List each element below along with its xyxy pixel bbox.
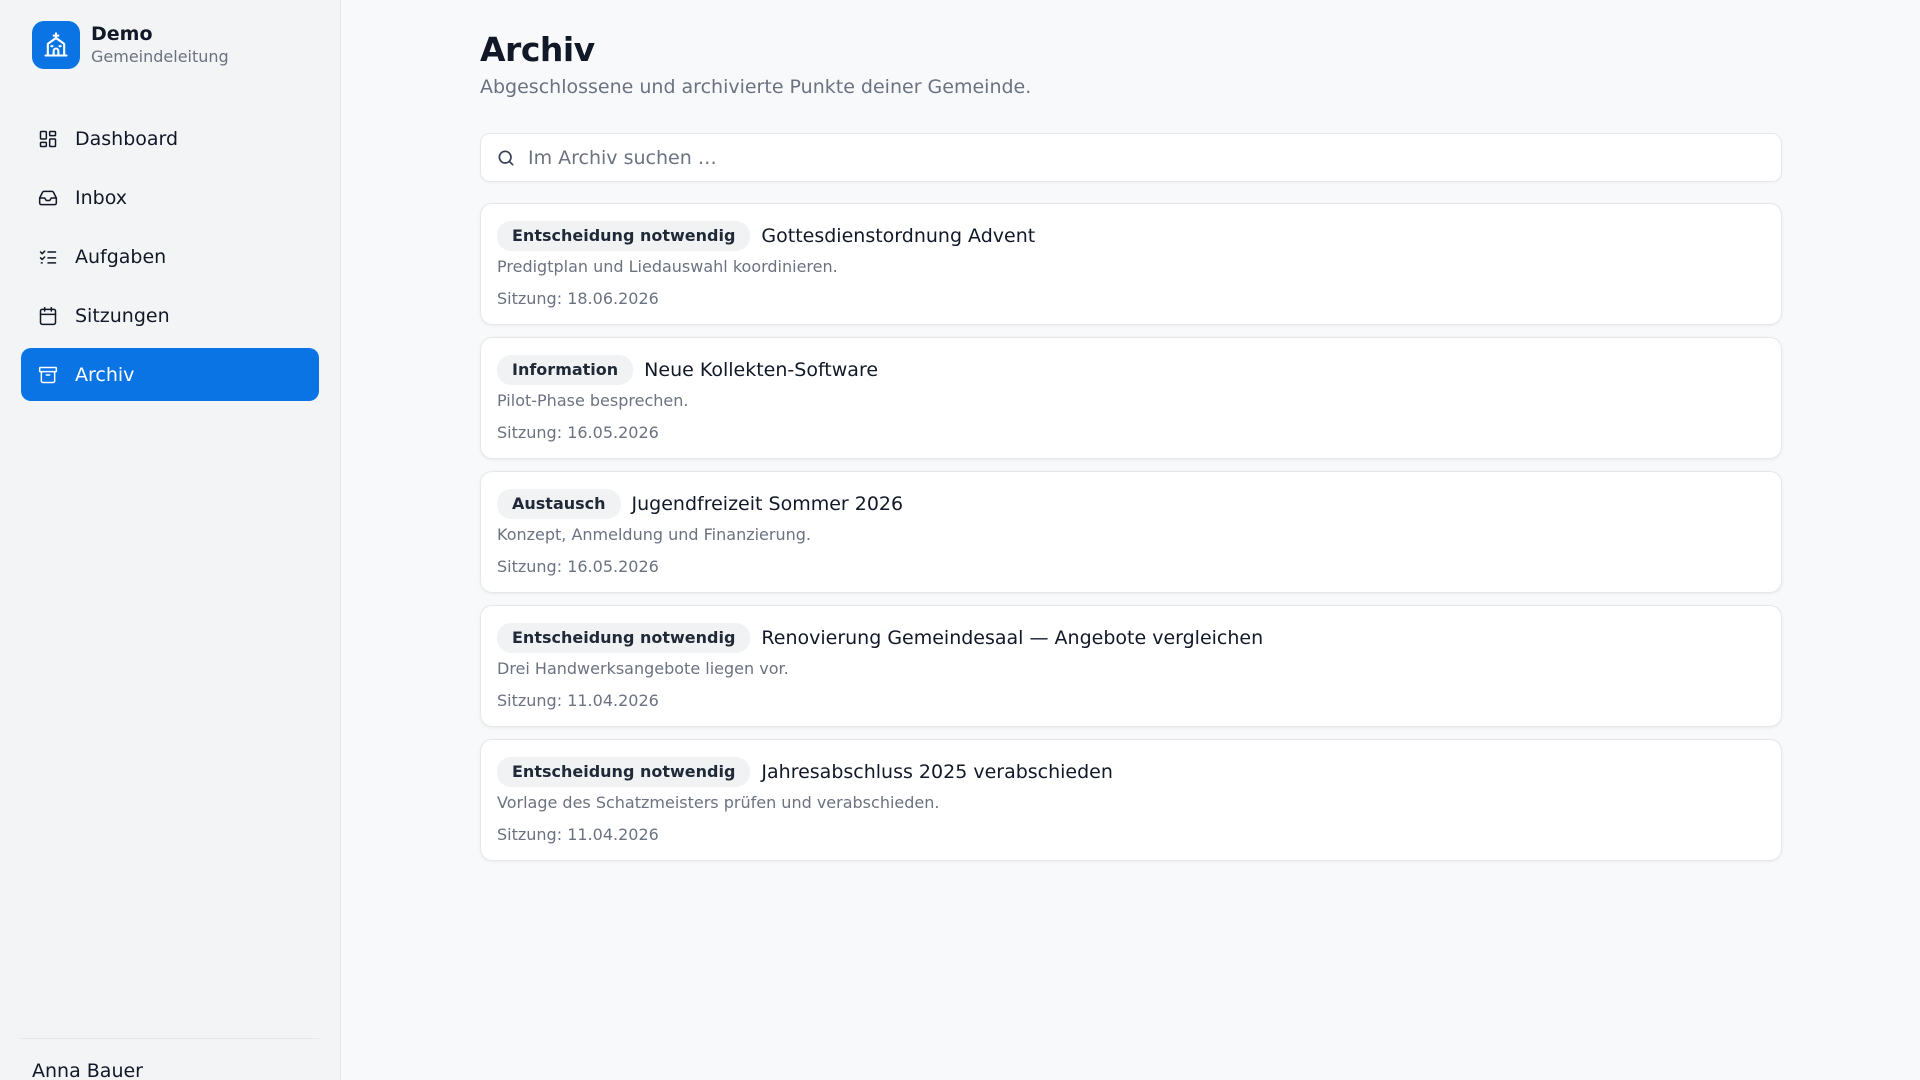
search-box[interactable] [480,133,1782,182]
brand-subtitle: Gemeindeleitung [91,47,229,66]
category-badge: Information [497,354,634,385]
list-item[interactable]: Entscheidung notwendig Jahresabschluss 2… [480,739,1782,861]
category-badge: Entscheidung notwendig [497,756,751,787]
sidebar-item-label: Sitzungen [75,304,170,327]
list-item[interactable]: Austausch Jugendfreizeit Sommer 2026 Kon… [480,471,1782,593]
category-badge: Entscheidung notwendig [497,622,751,653]
inbox-icon [37,187,59,209]
item-title: Neue Kollekten-Software [644,358,879,381]
item-meeting-date: Sitzung: 11.04.2026 [497,691,659,710]
page-title: Archiv [480,30,595,69]
item-description: Pilot-Phase besprechen. [497,391,689,410]
archive-icon [37,364,59,386]
sidebar-item-label: Inbox [75,186,127,209]
church-icon [32,21,80,69]
page-subtitle: Abgeschlossene und archivierte Punkte de… [480,76,1032,98]
sidebar: Demo Gemeindeleitung Dashboard Inbox Auf… [0,0,341,1080]
item-description: Drei Handwerksangebote liegen vor. [497,659,789,678]
item-description: Predigtplan und Liedauswahl koordinieren… [497,257,838,276]
item-meeting-date: Sitzung: 18.06.2026 [497,289,659,308]
sidebar-item-sitzungen[interactable]: Sitzungen [21,289,319,342]
category-badge: Austausch [497,488,621,519]
sidebar-divider [21,1038,319,1039]
sidebar-item-label: Aufgaben [75,245,167,268]
user-name[interactable]: Anna Bauer [32,1060,143,1080]
search-icon [496,147,518,169]
category-badge: Entscheidung notwendig [497,220,751,251]
archive-list: Entscheidung notwendig Gottesdienstordnu… [480,203,1782,873]
item-title: Renovierung Gemeindesaal — Angebote verg… [761,626,1264,649]
item-description: Vorlage des Schatzmeisters prüfen und ve… [497,793,940,812]
list-item[interactable]: Entscheidung notwendig Gottesdienstordnu… [480,203,1782,325]
checklist-icon [37,246,59,268]
sidebar-item-dashboard[interactable]: Dashboard [21,112,319,165]
item-description: Konzept, Anmeldung und Finanzierung. [497,525,811,544]
sidebar-item-aufgaben[interactable]: Aufgaben [21,230,319,283]
sidebar-item-inbox[interactable]: Inbox [21,171,319,224]
dashboard-icon [37,128,59,150]
item-title: Jahresabschluss 2025 verabschieden [761,760,1113,783]
sidebar-item-label: Dashboard [75,127,179,150]
sidebar-nav: Dashboard Inbox Aufgaben Sitzungen Archi… [21,112,319,407]
sidebar-item-archiv[interactable]: Archiv [21,348,319,401]
sidebar-item-label: Archiv [75,363,135,386]
item-meeting-date: Sitzung: 11.04.2026 [497,825,659,844]
brand[interactable]: Demo Gemeindeleitung [32,21,229,69]
item-meeting-date: Sitzung: 16.05.2026 [497,557,659,576]
search-input[interactable] [528,146,1728,169]
list-item[interactable]: Information Neue Kollekten-Software Pilo… [480,337,1782,459]
brand-name: Demo [91,23,153,45]
calendar-icon [37,305,59,327]
item-meeting-date: Sitzung: 16.05.2026 [497,423,659,442]
item-title: Gottesdienstordnung Advent [761,224,1036,247]
list-item[interactable]: Entscheidung notwendig Renovierung Gemei… [480,605,1782,727]
item-title: Jugendfreizeit Sommer 2026 [631,492,904,515]
